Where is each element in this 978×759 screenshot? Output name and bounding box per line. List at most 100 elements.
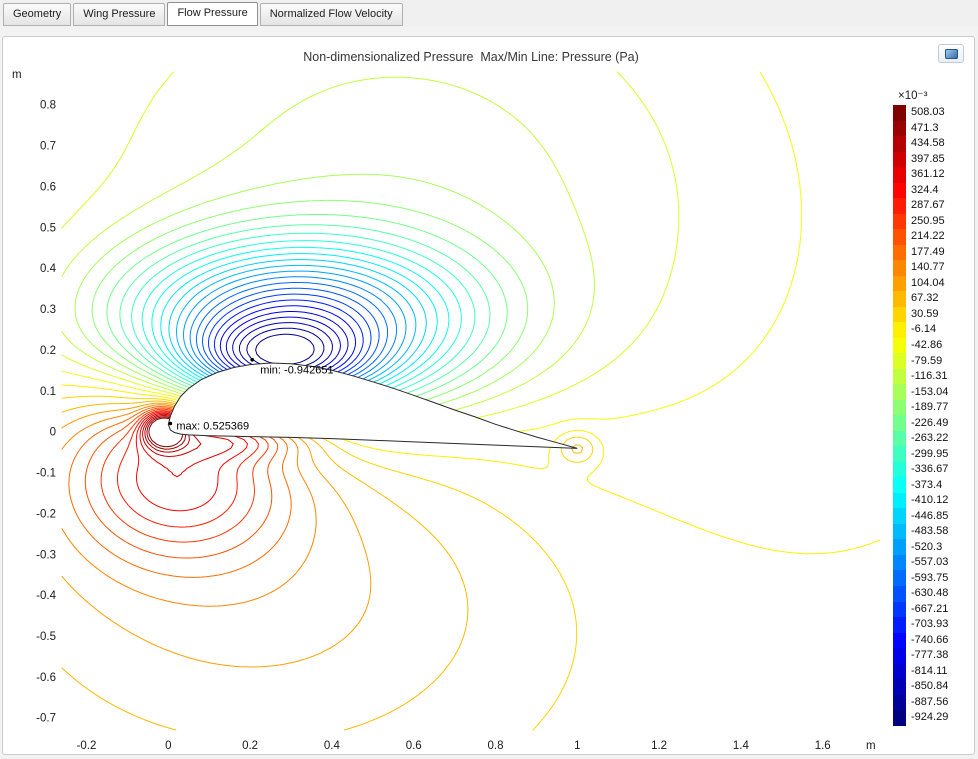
legend-color-swatch [893, 182, 906, 199]
legend-value: -446.85 [911, 509, 949, 522]
image-snapshot-button[interactable] [938, 44, 964, 63]
legend-color-swatch [893, 213, 906, 230]
legend-entry: 67.32 [893, 291, 948, 307]
legend-value: 214.22 [911, 230, 945, 243]
legend-value: -777.38 [911, 649, 949, 662]
legend-color-swatch [893, 477, 906, 493]
legend-entry: -520.3 [893, 539, 948, 555]
legend-value: -630.48 [911, 587, 949, 600]
legend-entry: -373.4 [893, 477, 948, 493]
legend-color-swatch [893, 399, 906, 416]
legend-value: -703.93 [911, 618, 949, 631]
legend-entry: -6.14 [893, 322, 948, 338]
legend-entry: 287.67 [893, 198, 948, 214]
plot-title: Non-dimensionalized Pressure Max/Min Lin… [303, 50, 639, 64]
legend-color-swatch [893, 632, 906, 649]
legend-value: -814.11 [911, 664, 948, 677]
legend-entry: -226.49 [893, 415, 948, 431]
legend-value: -373.4 [911, 478, 943, 491]
legend-entry: 397.85 [893, 151, 948, 168]
legend-entry: 434.58 [893, 136, 948, 152]
legend-entry: 471.3 [893, 120, 948, 137]
legend-value: -299.95 [911, 447, 949, 460]
legend-color-swatch [893, 679, 906, 695]
legend-color-swatch [893, 151, 906, 168]
legend-value: 67.32 [911, 292, 939, 305]
legend-color-swatch [893, 105, 906, 121]
legend-value: 471.3 [911, 121, 939, 134]
legend-color-swatch [893, 570, 906, 586]
legend-value: -410.12 [911, 494, 949, 507]
legend-entry: -79.59 [893, 353, 948, 369]
legend-entry: -299.95 [893, 446, 948, 462]
legend-value: 177.49 [911, 245, 945, 258]
legend-value: 397.85 [911, 152, 945, 165]
legend-entry: 508.03 [893, 105, 948, 121]
legend-value: -887.56 [911, 695, 949, 708]
graphics-panel [2, 36, 975, 755]
legend-color-swatch [893, 322, 906, 338]
legend-color-swatch [893, 508, 906, 524]
legend-color-swatch [893, 446, 906, 462]
legend-value: -850.84 [911, 680, 949, 693]
legend-color-swatch [893, 136, 906, 152]
legend-multiplier: ×10⁻³ [898, 90, 928, 102]
legend-color-swatch [893, 198, 906, 214]
legend-entry: -153.04 [893, 384, 948, 400]
legend-entry: -446.85 [893, 508, 948, 524]
legend-value: -740.66 [911, 633, 949, 646]
legend-value: -6.14 [911, 323, 937, 336]
legend-value: -924.29 [911, 711, 949, 724]
legend-entry: 214.22 [893, 229, 948, 245]
legend-entry: 250.95 [893, 213, 948, 230]
legend-entry: -850.84 [893, 679, 948, 695]
legend-value: 140.77 [911, 261, 945, 274]
legend-value: 508.03 [911, 106, 945, 119]
legend-value: -483.58 [911, 525, 949, 538]
legend-value: 361.12 [911, 168, 945, 181]
legend-value: 30.59 [911, 307, 939, 320]
legend-value: 324.4 [911, 183, 939, 196]
legend-entry: -740.66 [893, 632, 949, 649]
legend-color-swatch [893, 353, 906, 369]
legend-value: 104.04 [911, 276, 945, 289]
legend-color-swatch [893, 617, 906, 633]
legend-entry: -814.11 [893, 663, 948, 680]
legend-entry: -116.31 [893, 368, 948, 385]
legend-entry: 361.12 [893, 167, 948, 183]
legend-entry: 140.77 [893, 260, 948, 276]
legend-entry: -336.67 [893, 461, 949, 478]
legend-color-swatch [893, 523, 906, 540]
tab-geometry[interactable]: Geometry [3, 3, 72, 26]
tab-flow-pressure[interactable]: Flow Pressure [167, 2, 258, 26]
legend-entry: -189.77 [893, 399, 949, 416]
legend-color-swatch [893, 337, 906, 354]
legend-color-swatch [893, 694, 906, 711]
legend-entry: 177.49 [893, 244, 948, 261]
legend-value: -263.22 [911, 432, 949, 445]
legend-color-swatch [893, 648, 906, 664]
legend-value: -667.21 [911, 602, 949, 615]
legend-color-swatch [893, 601, 906, 618]
legend-value: -226.49 [911, 416, 949, 429]
legend-entry: -593.75 [893, 570, 948, 586]
legend-entry: -924.29 [893, 710, 948, 726]
legend-value: -593.75 [911, 571, 949, 584]
legend-entry: -557.03 [893, 554, 948, 571]
legend-entry: -410.12 [893, 492, 949, 509]
legend-value: 434.58 [911, 137, 945, 150]
legend-entry: -667.21 [893, 601, 949, 618]
legend-value: -116.31 [911, 370, 948, 383]
legend-entry: -630.48 [893, 585, 949, 602]
legend-entry: -483.58 [893, 523, 949, 540]
legend-color-swatch [893, 306, 906, 323]
legend-color-swatch [893, 663, 906, 680]
legend-value: -336.67 [911, 463, 949, 476]
legend-value: -520.3 [911, 540, 943, 553]
tab-normalized-flow-velocity[interactable]: Normalized Flow Velocity [259, 3, 403, 26]
tab-wing-pressure[interactable]: Wing Pressure [73, 3, 166, 26]
legend-entry: -42.86 [893, 337, 948, 354]
legend-entry: 30.59 [893, 306, 948, 323]
legend-color-swatch [893, 415, 906, 431]
legend-value: -189.77 [911, 401, 949, 414]
